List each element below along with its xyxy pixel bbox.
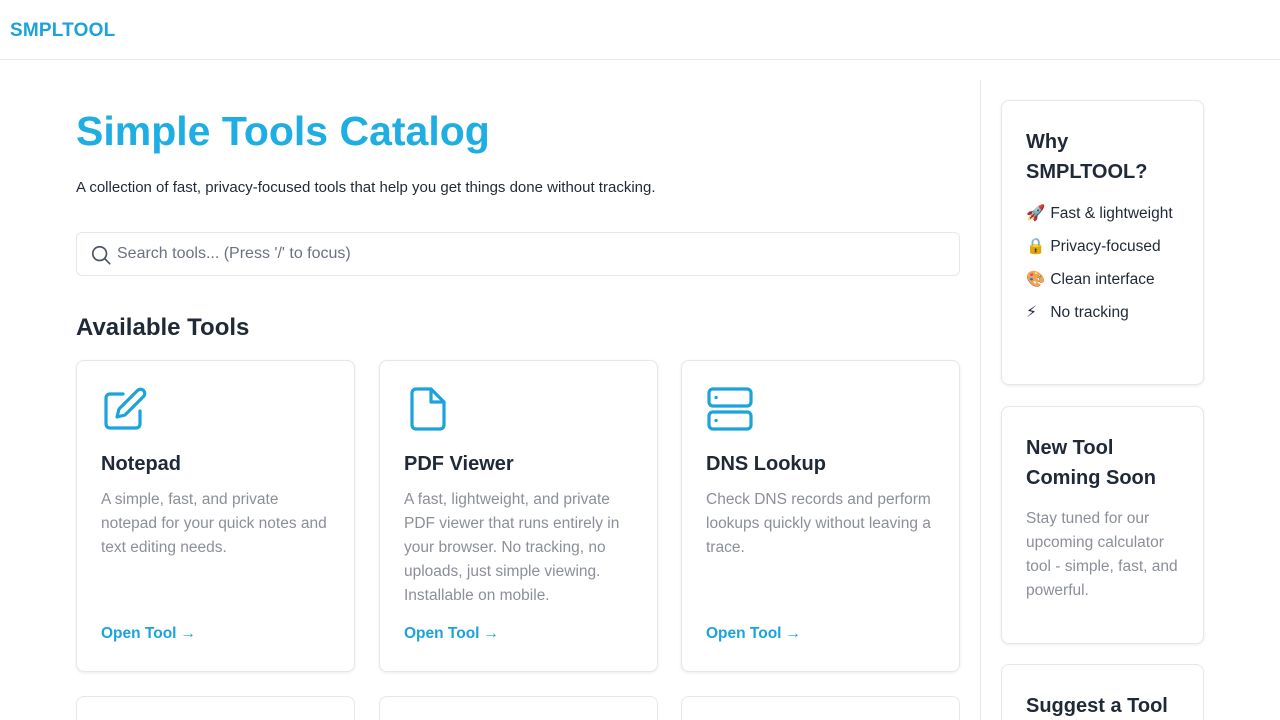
tool-card-title: DNS Lookup <box>706 453 826 475</box>
feature-list: 🚀 Fast & lightweight 🔒 Privacy-focused 🎨… <box>1026 201 1186 333</box>
tool-card-pdf-viewer: PDF Viewer A fast, lightweight, and priv… <box>379 360 658 672</box>
tool-card-partial <box>681 696 960 720</box>
arrow-right-icon: → <box>483 625 499 642</box>
search-box <box>76 232 960 276</box>
lightning-icon: ⚡ <box>1026 303 1037 321</box>
coming-soon-text: Stay tuned for our upcoming calculator t… <box>1026 510 1178 599</box>
tool-card-description: A simple, fast, and private notepad for … <box>101 491 327 556</box>
file-icon <box>410 387 446 431</box>
coming-soon-title: New Tool Coming Soon <box>1026 437 1156 489</box>
edit-icon <box>104 387 147 430</box>
why-smpltool-card: Why SMPLTOOL? 🚀 Fast & lightweight 🔒 Pri… <box>1001 100 1204 385</box>
section-title-available-tools: Available Tools <box>76 314 250 341</box>
feature-item: 🔒 Privacy-focused <box>1026 234 1186 259</box>
lock-icon: 🔒 <box>1026 237 1046 255</box>
tool-card-description: Check DNS records and perform lookups qu… <box>706 491 931 556</box>
feature-label: Clean interface <box>1050 271 1155 288</box>
feature-item: ⚡ No tracking <box>1026 300 1186 325</box>
tool-card-description: A fast, lightweight, and private PDF vie… <box>404 491 620 604</box>
suggest-tool-card: Suggest a Tool <box>1001 664 1204 720</box>
tool-card-dns-lookup: DNS Lookup Check DNS records and perform… <box>681 360 960 672</box>
search-icon <box>91 245 111 265</box>
coming-soon-card: New Tool Coming Soon Stay tuned for our … <box>1001 406 1204 644</box>
rocket-icon: 🚀 <box>1026 204 1046 222</box>
top-bar: SMPLTOOL <box>0 0 1280 60</box>
page-subtitle: A collection of fast, privacy-focused to… <box>76 179 656 196</box>
server-icon <box>707 387 753 431</box>
open-tool-label: Open Tool <box>706 625 782 642</box>
sidebar-divider <box>980 80 981 720</box>
arrow-right-icon: → <box>785 625 801 642</box>
feature-label: Fast & lightweight <box>1050 205 1173 222</box>
open-tool-link-notepad[interactable]: Open Tool → <box>101 625 196 643</box>
feature-item: 🎨 Clean interface <box>1026 267 1186 292</box>
feature-label: No tracking <box>1050 304 1129 321</box>
page-title: Simple Tools Catalog <box>76 108 490 154</box>
feature-item: 🚀 Fast & lightweight <box>1026 201 1186 226</box>
arrow-right-icon: → <box>180 625 196 642</box>
tool-card-notepad: Notepad A simple, fast, and private note… <box>76 360 355 672</box>
tool-card-title: PDF Viewer <box>404 453 514 475</box>
tool-card-partial <box>379 696 658 720</box>
logo-link[interactable]: SMPLTOOL <box>10 20 115 42</box>
open-tool-link-dns-lookup[interactable]: Open Tool → <box>706 625 801 643</box>
why-smpltool-title: Why SMPLTOOL? <box>1026 131 1148 183</box>
palette-icon: 🎨 <box>1026 270 1046 288</box>
feature-label: Privacy-focused <box>1050 238 1161 255</box>
open-tool-link-pdf-viewer[interactable]: Open Tool → <box>404 625 499 643</box>
tool-card-partial <box>76 696 355 720</box>
search-input[interactable] <box>117 233 947 275</box>
tool-card-title: Notepad <box>101 453 181 475</box>
suggest-tool-title: Suggest a Tool <box>1026 695 1168 717</box>
open-tool-label: Open Tool <box>404 625 480 642</box>
open-tool-label: Open Tool <box>101 625 177 642</box>
